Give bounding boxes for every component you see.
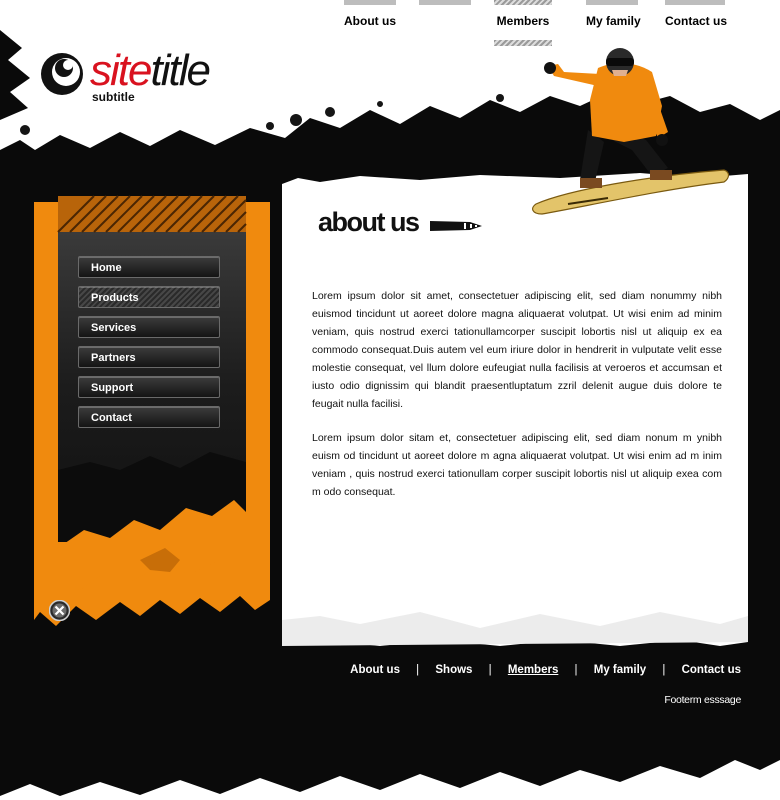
top-nav-label: Contact us <box>665 14 728 28</box>
content-body: Lorem ipsum dolor sit amet, consectetuer… <box>312 287 722 517</box>
top-nav-bar <box>665 0 725 5</box>
top-nav-bar <box>419 0 471 5</box>
site-title-accent: site <box>90 46 153 95</box>
top-nav-label: Members <box>496 14 550 28</box>
site-title: sitetitle <box>90 46 211 96</box>
top-nav-about-us[interactable]: About us <box>344 0 396 44</box>
top-nav-bar-active <box>494 0 552 5</box>
footer-message: Footerm esssage <box>664 694 741 706</box>
footer-separator: | <box>574 664 578 676</box>
swirl-logo-icon <box>41 53 83 95</box>
top-nav-members[interactable]: Members <box>494 0 552 46</box>
top-nav-blank[interactable] <box>419 0 471 44</box>
site-logo[interactable]: sitetitle subtitle <box>40 46 280 110</box>
top-nav-my-family[interactable]: My family <box>586 0 641 44</box>
site-subtitle: subtitle <box>92 90 135 104</box>
footer-separator: | <box>488 664 492 676</box>
footer-link-shows[interactable]: Shows <box>435 664 472 676</box>
snowboarder-image <box>532 48 730 215</box>
page-title: about us <box>318 207 420 237</box>
content-paragraph: Lorem ipsum dolor sit amet, consectetuer… <box>312 290 722 410</box>
side-nav-support[interactable]: Support <box>78 376 220 398</box>
side-nav-contact[interactable]: Contact <box>78 406 220 428</box>
brush-stroke-decoration <box>430 221 482 231</box>
site-title-main: title <box>150 46 211 95</box>
footer-link-my-family[interactable]: My family <box>594 664 646 676</box>
side-nav-home[interactable]: Home <box>78 256 220 278</box>
footer-link-about-us[interactable]: About us <box>350 664 400 676</box>
top-nav-bar <box>586 0 638 5</box>
footer-separator: | <box>662 664 666 676</box>
side-nav-products[interactable]: Products <box>78 286 220 308</box>
footer-nav: About us | Shows | Members | My family |… <box>350 664 741 676</box>
side-nav-services[interactable]: Services <box>78 316 220 338</box>
top-nav-contact-us[interactable]: Contact us <box>665 0 728 44</box>
footer-link-members[interactable]: Members <box>508 664 559 676</box>
top-nav-label: About us <box>344 14 396 28</box>
top-nav-bar <box>344 0 396 5</box>
side-nav-partners[interactable]: Partners <box>78 346 220 368</box>
footer-link-contact-us[interactable]: Contact us <box>682 664 741 676</box>
content-paragraph: Lorem ipsum dolor sitam et, consectetuer… <box>312 432 722 498</box>
close-icon[interactable] <box>49 600 70 621</box>
top-nav-label: My family <box>586 14 641 28</box>
footer-separator: | <box>416 664 420 676</box>
side-nav: Home Products Services Partners Support … <box>78 256 224 436</box>
